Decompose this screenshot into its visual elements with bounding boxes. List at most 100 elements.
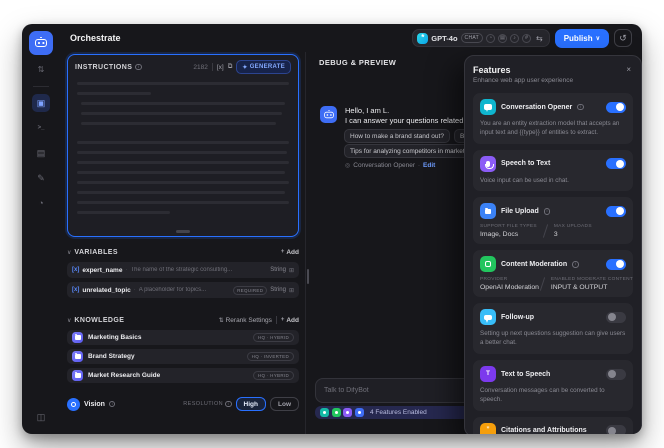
- plus-icon: +: [281, 249, 285, 255]
- dot-separator: ·: [125, 267, 127, 273]
- model-params-icon[interactable]: ⇆: [536, 34, 543, 43]
- knowledge-item[interactable]: Market Research Guide HQ · HYBRID: [67, 368, 299, 383]
- sidebar-item-annotation-icon[interactable]: ✎: [32, 169, 50, 187]
- suggested-question-chip[interactable]: Tips for analyzing competitors in market: [344, 144, 471, 158]
- variable-row[interactable]: [x] unrelated_topic · A placeholder for …: [67, 282, 299, 298]
- feature-title: Text to Speech: [501, 371, 550, 378]
- field-divider: [543, 225, 548, 239]
- chevron-down-icon: ∨: [596, 35, 600, 42]
- info-icon: i: [577, 104, 584, 111]
- feature-toggle[interactable]: [606, 259, 626, 270]
- instructions-text-skeleton[interactable]: [68, 78, 298, 214]
- publish-label: Publish: [564, 34, 593, 43]
- variable-row[interactable]: [x] expert_name · The name of the strate…: [67, 262, 299, 278]
- features-title: Features: [473, 65, 633, 75]
- features-enabled-count: 4 Features Enabled: [370, 409, 427, 416]
- suggested-question-chip[interactable]: How to make a brand stand out?: [344, 129, 450, 143]
- add-label: Add: [286, 249, 299, 256]
- citation-quote-icon: ”: [480, 423, 496, 434]
- feature-desc: Setting up next questions suggestion can…: [480, 330, 626, 348]
- add-variable-button[interactable]: + Add: [281, 249, 299, 256]
- info-icon: i: [572, 261, 579, 268]
- knowledge-item[interactable]: Brand Strategy HQ · INVERTED: [67, 349, 299, 364]
- divider: [276, 316, 277, 324]
- rerank-settings-button[interactable]: ⇅ Rerank Settings: [219, 317, 272, 324]
- chevron-down-icon[interactable]: ∨: [67, 249, 71, 256]
- instructions-title: INSTRUCTIONS: [75, 64, 132, 71]
- config-panel: INSTRUCTIONS i 2182 [x] ⧉ ✦ GENERATE: [66, 52, 306, 434]
- instructions-card[interactable]: INSTRUCTIONS i 2182 [x] ⧉ ✦ GENERATE: [67, 54, 299, 237]
- collapse-panel-icon[interactable]: ◫: [32, 408, 50, 426]
- moderation-icon: [480, 256, 496, 272]
- feature-title: Speech to Text: [501, 160, 550, 167]
- model-logo-icon: *: [417, 33, 428, 44]
- feature-toggle[interactable]: [606, 206, 626, 217]
- panel-divider: [305, 52, 306, 434]
- rerank-label: Rerank Settings: [226, 317, 272, 324]
- feature-toggle[interactable]: [606, 369, 626, 380]
- chat-bubble-icon: [480, 99, 496, 115]
- add-knowledge-button[interactable]: + Add: [281, 317, 299, 324]
- chevron-down-icon[interactable]: ∨: [67, 317, 71, 324]
- rerank-icon: ⇅: [219, 317, 224, 324]
- field-value: INPUT & OUTPUT: [551, 284, 626, 291]
- feature-title: Citations and Attributions: [501, 427, 587, 434]
- feature-toggle[interactable]: [606, 102, 626, 113]
- sidebar-item-prompt-log-icon[interactable]: >_: [32, 119, 50, 137]
- text-to-speech-icon: T: [480, 366, 496, 382]
- feature-card-content-moderation: Content Moderation i PROVIDER OpenAI Mod…: [473, 250, 633, 297]
- bot-message-line: I can answer your questions related: [345, 116, 463, 125]
- sparkle-icon: ✦: [242, 64, 247, 71]
- knowledge-item[interactable]: Marketing Basics HQ · HYBRID: [67, 330, 299, 345]
- model-selector[interactable]: * GPT-4o CHAT ◔ ▤ ♪ # ⇆: [412, 29, 549, 47]
- generate-label: GENERATE: [250, 64, 285, 70]
- sidebar-divider: [33, 86, 49, 87]
- generate-button[interactable]: ✦ GENERATE: [236, 60, 291, 74]
- feature-toggle[interactable]: [606, 158, 626, 169]
- divider: [212, 63, 213, 71]
- app-logo-robot-icon[interactable]: [29, 31, 53, 55]
- variable-settings-icon[interactable]: ⊞: [289, 287, 294, 294]
- dataset-folder-icon: [72, 370, 83, 381]
- app-window: ⇅ ▣ >_ ▤ ✎ ◔ ◫ Orchestrate * GPT-4o CHAT…: [22, 24, 642, 434]
- capability-icon: ♪: [510, 34, 519, 43]
- field-value: Image, Docs: [480, 231, 537, 238]
- edit-opener-link[interactable]: Edit: [423, 162, 435, 169]
- close-icon[interactable]: ×: [626, 65, 631, 74]
- feature-toggle[interactable]: [606, 312, 626, 323]
- field-label: PROVIDER: [480, 277, 534, 282]
- dataset-folder-icon: [72, 351, 83, 362]
- info-icon: i: [544, 208, 551, 215]
- resolution-low-button[interactable]: Low: [270, 397, 299, 411]
- variable-desc: A placeholder for topics...: [139, 287, 230, 293]
- opener-label: Conversation Opener: [353, 162, 415, 169]
- sidebar-item-orchestrate[interactable]: ▣: [32, 94, 50, 112]
- publish-button[interactable]: Publish ∨: [555, 29, 609, 48]
- capability-icon: ▤: [498, 34, 507, 43]
- robot-icon: [35, 39, 47, 47]
- field-label: MAX UPLOADS: [554, 224, 592, 229]
- sidebar-item-logs-icon[interactable]: ▤: [32, 144, 50, 162]
- knowledge-section: ∨ KNOWLEDGE ⇅ Rerank Settings + Add: [67, 314, 299, 383]
- variable-name: unrelated_topic: [82, 287, 130, 294]
- required-badge: REQUIRED: [233, 286, 267, 295]
- variable-name: expert_name: [82, 267, 122, 274]
- info-icon: i: [109, 401, 116, 408]
- switch-app-icon[interactable]: ⇅: [32, 60, 50, 78]
- feature-toggle[interactable]: [606, 425, 626, 434]
- copy-icon[interactable]: ⧉: [228, 63, 233, 71]
- variable-icon: [x]: [72, 287, 79, 293]
- variables-section: ∨ VARIABLES + Add [x] expert_name · The …: [67, 246, 299, 298]
- history-icon[interactable]: ↺: [614, 29, 632, 47]
- insert-variable-icon[interactable]: [x]: [217, 64, 224, 71]
- char-count: 2182: [193, 64, 207, 71]
- bot-avatar: [320, 106, 337, 123]
- feature-card-file-upload: File Upload i SUPPORT FILE TYPES Image, …: [473, 197, 633, 244]
- resize-handle[interactable]: [176, 230, 190, 233]
- variable-settings-icon[interactable]: ⊞: [289, 267, 294, 274]
- sidebar-item-monitoring-icon[interactable]: ◔: [32, 194, 50, 212]
- variable-icon: [x]: [72, 267, 79, 273]
- resolution-high-button[interactable]: High: [236, 397, 266, 411]
- feature-card-conversation-opener: Conversation Opener i You are an entity …: [473, 93, 633, 144]
- feature-card-follow-up: Follow-up Setting up next questions sugg…: [473, 303, 633, 354]
